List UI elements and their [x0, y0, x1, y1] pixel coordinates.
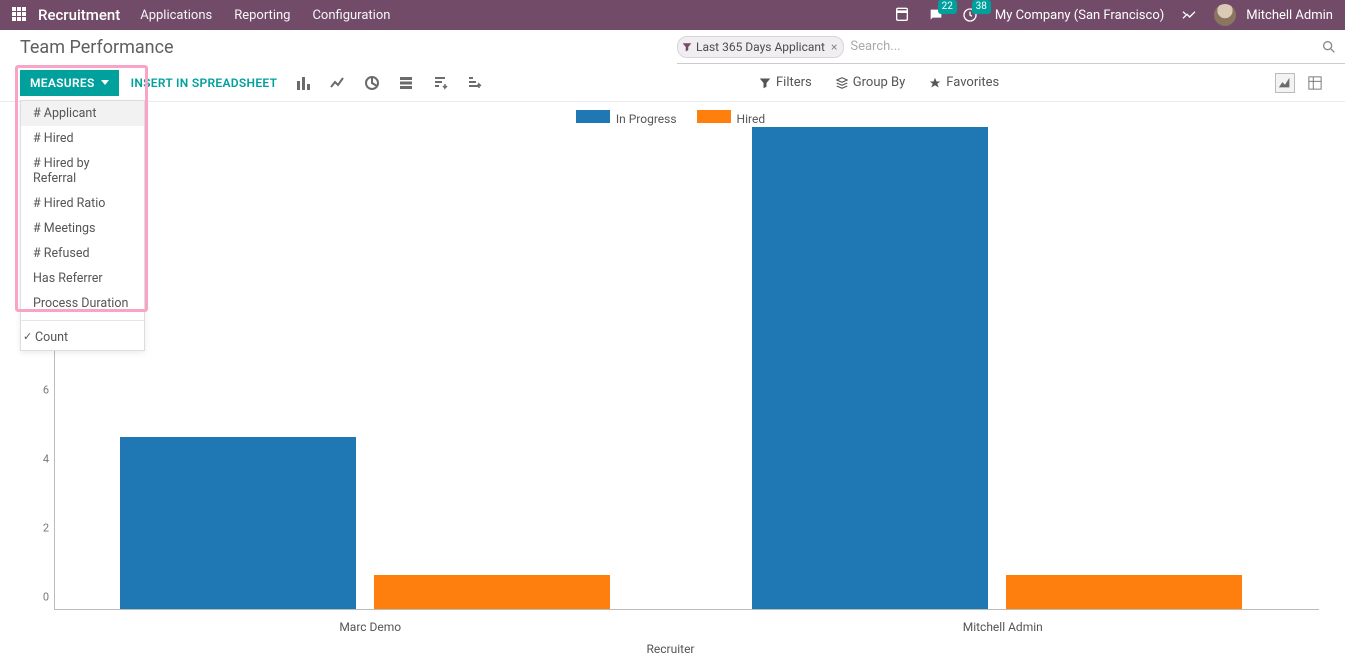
bar-marc-hired[interactable] [374, 575, 610, 609]
layers-icon [836, 77, 848, 89]
legend-label-in-progress: In Progress [616, 112, 677, 126]
measure-hired-ratio[interactable]: # Hired Ratio [21, 191, 144, 216]
measure-refused[interactable]: # Refused [21, 241, 144, 266]
stacked-icon[interactable] [397, 74, 415, 92]
group-by-label: Group By [853, 75, 906, 90]
filter-chip[interactable]: Last 365 Days Applicant × [677, 36, 844, 58]
company-selector[interactable]: My Company (San Francisco) [995, 8, 1164, 23]
page-title: Team Performance [20, 30, 174, 58]
filters-button[interactable]: Filters [759, 75, 812, 90]
ytick: 6 [43, 384, 49, 397]
measure-hired-referral[interactable]: # Hired by Referral [21, 151, 144, 191]
sort-desc-icon[interactable] [431, 74, 449, 92]
legend-in-progress[interactable]: In Progress [576, 110, 677, 126]
measure-process-duration[interactable]: Process Duration [21, 291, 144, 316]
funnel-icon [682, 42, 692, 52]
phone-icon[interactable] [893, 6, 911, 24]
bar-mitchell-hired[interactable] [1006, 575, 1242, 609]
activity-badge: 38 [972, 0, 991, 14]
measure-count[interactable]: Count [21, 325, 144, 350]
chip-remove-icon[interactable]: × [831, 40, 837, 54]
user-name: Mitchell Admin [1246, 8, 1333, 23]
toolbar: MEASURES # Applicant # Hired # Hired by … [0, 64, 1345, 102]
bar-group-marc [55, 437, 674, 609]
ytick: 4 [43, 453, 49, 466]
avatar [1214, 4, 1236, 26]
activity-icon[interactable]: 38 [961, 6, 979, 24]
nav-applications[interactable]: Applications [140, 8, 212, 23]
filters-label: Filters [776, 75, 812, 90]
chart-type-switcher [295, 74, 483, 92]
star-icon [929, 77, 941, 89]
measures-label: MEASURES [30, 76, 95, 90]
chart-plot: 02468101214 Marc Demo Mitchell Admin [32, 128, 1325, 640]
app-brand[interactable]: Recruitment [38, 6, 120, 24]
search-icon[interactable] [1321, 39, 1337, 55]
legend-label-hired: Hired [737, 112, 766, 126]
insert-spreadsheet-button[interactable]: INSERT IN SPREADSHEET [131, 76, 278, 90]
search-area: Last 365 Days Applicant × [677, 30, 1345, 64]
bar-mitchell-in-progress[interactable] [752, 127, 988, 609]
ytick: 2 [43, 522, 49, 535]
xlabel-marc: Marc Demo [54, 620, 687, 634]
apps-icon[interactable] [12, 7, 28, 23]
nav-configuration[interactable]: Configuration [312, 8, 390, 23]
measure-applicant[interactable]: # Applicant [21, 101, 144, 126]
funnel-icon [759, 77, 771, 89]
pivot-view-icon[interactable] [1305, 73, 1325, 93]
xlabel-mitchell: Mitchell Admin [687, 620, 1320, 634]
bar-marc-in-progress[interactable] [120, 437, 356, 609]
search-tools: Filters Group By Favorites [759, 75, 999, 90]
caret-down-icon [101, 80, 109, 85]
favorites-button[interactable]: Favorites [929, 75, 999, 90]
nav-links: Applications Reporting Configuration [140, 8, 390, 23]
x-axis-title: Recruiter [16, 642, 1325, 656]
measure-has-referrer[interactable]: Has Referrer [21, 266, 144, 291]
measure-meetings[interactable]: # Meetings [21, 216, 144, 241]
measure-hired[interactable]: # Hired [21, 126, 144, 151]
view-switcher [1275, 73, 1325, 93]
graph-view-icon[interactable] [1275, 73, 1295, 93]
line-chart-icon[interactable] [329, 74, 347, 92]
filter-chip-label: Last 365 Days Applicant [696, 40, 825, 54]
favorites-label: Favorites [946, 75, 999, 90]
chart-area: In Progress Hired 02468101214 Marc Demo … [0, 102, 1345, 656]
breadcrumb-bar: Team Performance Last 365 Days Applicant… [0, 30, 1345, 64]
bar-group-mitchell [687, 127, 1306, 609]
pie-chart-icon[interactable] [363, 74, 381, 92]
chat-badge: 22 [938, 0, 957, 14]
bar-chart-icon[interactable] [295, 74, 313, 92]
debug-icon[interactable] [1180, 6, 1198, 24]
legend-hired[interactable]: Hired [697, 110, 766, 126]
group-by-button[interactable]: Group By [836, 75, 906, 90]
chat-icon[interactable]: 22 [927, 6, 945, 24]
search-input[interactable] [844, 35, 1321, 58]
measures-button[interactable]: MEASURES [20, 70, 119, 96]
chart-legend: In Progress Hired [16, 108, 1325, 128]
user-menu[interactable]: Mitchell Admin [1214, 4, 1333, 26]
ytick: 0 [43, 591, 49, 604]
measures-dropdown: # Applicant # Hired # Hired by Referral … [20, 100, 145, 351]
top-nav: Recruitment Applications Reporting Confi… [0, 0, 1345, 30]
nav-reporting[interactable]: Reporting [234, 8, 290, 23]
sort-asc-icon[interactable] [465, 74, 483, 92]
plot-area [54, 128, 1319, 610]
x-axis-labels: Marc Demo Mitchell Admin [54, 620, 1319, 634]
